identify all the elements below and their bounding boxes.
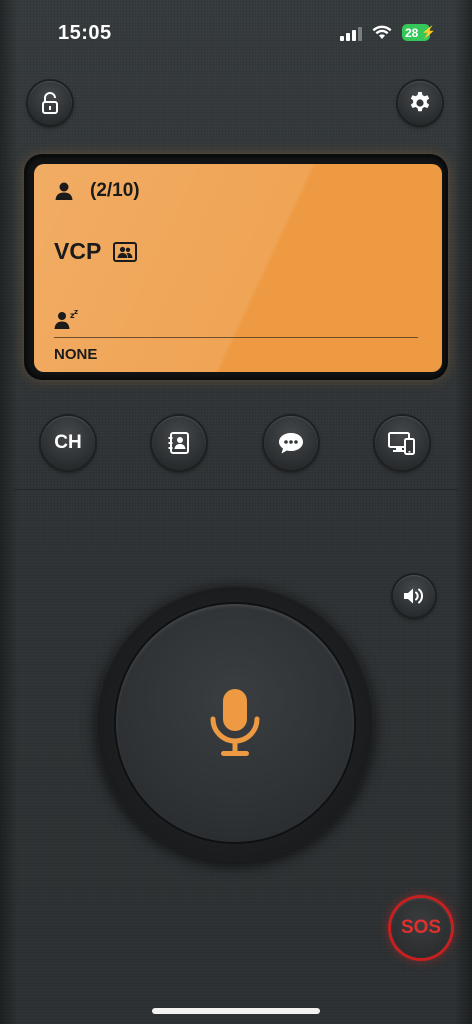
member-count: (2/10) <box>90 180 140 201</box>
speaker-icon <box>404 588 423 604</box>
devices-icon <box>388 432 415 455</box>
app-screen <box>0 0 472 1024</box>
idle-status: NONE <box>54 346 98 363</box>
chat-icon <box>279 433 303 454</box>
left-bezel-shade <box>0 0 18 1024</box>
home-indicator[interactable] <box>152 1008 320 1014</box>
devices-button[interactable] <box>375 416 429 470</box>
contacts-icon <box>168 432 189 454</box>
battery-indicator: 28 ⚡ <box>402 24 436 41</box>
sleeping-user-icon: z z <box>54 308 78 329</box>
sos-button[interactable]: SOS <box>391 898 451 958</box>
group-icon <box>113 241 138 262</box>
settings-button[interactable] <box>398 81 442 125</box>
user-icon <box>55 182 73 200</box>
microphone-icon <box>210 689 260 756</box>
unlock-icon <box>42 92 58 114</box>
battery-level: 28 <box>405 25 419 40</box>
right-bezel-shade <box>454 0 472 1024</box>
channel-name: VCP <box>54 238 102 264</box>
member-count-row: (2/10) <box>54 180 140 202</box>
cellular-signal-icon <box>340 25 362 41</box>
channel-display: (2/10) VCP z z NONE <box>34 164 442 372</box>
status-indicators: 28 ⚡ <box>340 24 436 41</box>
sos-label: SOS <box>400 917 442 938</box>
speaker-button[interactable] <box>393 575 435 617</box>
wifi-icon <box>372 25 392 39</box>
chat-button[interactable] <box>264 416 318 470</box>
status-time: 15:05 <box>58 22 112 44</box>
svg-text:z: z <box>74 308 78 316</box>
push-to-talk-button[interactable] <box>116 604 354 842</box>
contacts-button[interactable] <box>152 416 206 470</box>
display-divider <box>54 337 418 338</box>
gear-icon <box>410 92 430 112</box>
channel-button[interactable]: CH <box>41 416 95 470</box>
section-separator <box>14 489 458 491</box>
charging-bolt-icon: ⚡ <box>421 25 436 39</box>
channel-button-label: CH <box>54 432 82 453</box>
lock-button[interactable] <box>28 81 72 125</box>
channel-row: VCP <box>54 238 138 265</box>
